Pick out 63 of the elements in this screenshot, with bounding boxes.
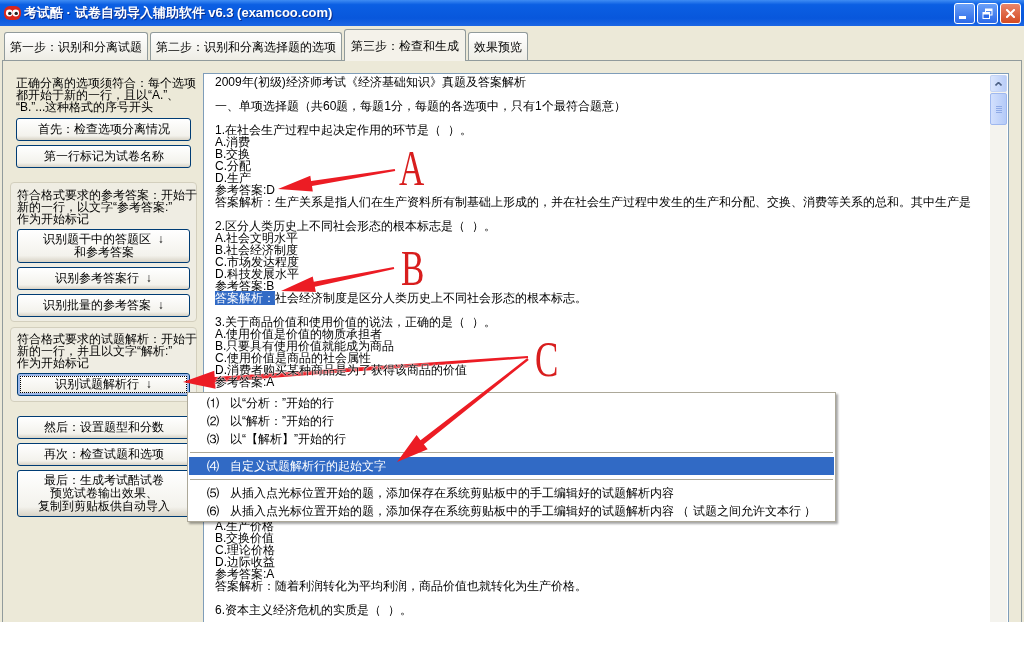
command-button[interactable]: 首先：检查选项分离情况 xyxy=(16,118,191,141)
text-line: 1.在社会生产过程中起决定作用的环节是（ ）。 xyxy=(215,124,472,136)
text-line: 2009年(初级)经济师考试《经济基础知识》真题及答案解析 xyxy=(215,76,526,88)
window-title: 考试酷 · 试卷自动导入辅助软件 v6.3 (examcoo.com) xyxy=(24,4,333,23)
command-button[interactable]: 然后：设置题型和分数 xyxy=(17,416,190,439)
minimize-button[interactable] xyxy=(954,2,975,24)
text-line: B.只要具有使用价值就能成为商品 xyxy=(215,340,395,352)
text-line: A.消费 xyxy=(215,136,251,148)
text-line: B.社会经济制度 xyxy=(215,244,299,256)
text-line: 6.资本主义经济危机的实质是（ ）。 xyxy=(215,604,412,616)
restore-icon xyxy=(982,7,993,19)
command-button[interactable]: 最后：生成考试酷试卷 预览试卷输出效果、 复制到剪贴板供自动导入 xyxy=(17,470,190,517)
chevron-up-icon xyxy=(995,81,1002,86)
grip-icon xyxy=(995,105,1002,113)
text-line: 3.关于商品价值和使用价值的说法，正确的是（ ）。 xyxy=(215,316,496,328)
text-line: A.使用价值是价值的物质承担者 xyxy=(215,328,383,340)
tab[interactable]: 第三步：检查和生成 xyxy=(344,29,466,61)
instruction-text: 正确分离的选项须符合：每个选项 都开始于新的一行，且以“A.”、 “B.”...这种格式的序号开头 xyxy=(16,77,196,113)
close-button[interactable] xyxy=(1000,2,1021,24)
app-logo-icon xyxy=(4,6,21,20)
instruction-text: 符合格式要求的试题解析：开始于 新的一行，并且以文字“解析:” 作为开始标记 xyxy=(17,333,197,369)
tab[interactable]: 第二步：识别和分离选择题的选项 xyxy=(150,32,342,60)
text-line: 2.区分人类历史上不同社会形态的根本标志是（ ）。 xyxy=(215,220,496,232)
text-line: D.生产 xyxy=(215,172,251,184)
annotation-letter: B xyxy=(401,252,425,285)
scroll-thumb[interactable] xyxy=(990,93,1007,125)
text-line: C.使用价值是商品的社会属性 xyxy=(215,352,371,364)
text-line: 答案解析：社会经济制度是区分人类历史上不同社会形态的根本标志。 xyxy=(215,292,587,304)
command-button[interactable]: 再次：检查试题和选项 xyxy=(17,443,190,466)
menu-item[interactable]: ⑹ 从插入点光标位置开始的题，添加保存在系统剪贴板中的手工编辑好的试题解析内容 （ 试题之间允许文本行 ） xyxy=(189,502,834,520)
command-button[interactable]: 识别试题解析行 ↓ xyxy=(17,373,190,396)
text-line: 答案解析：随着利润转化为平均利润，商品价值也就转化为生产价格。 xyxy=(215,580,587,592)
text-line: C.市场发达程度 xyxy=(215,256,299,268)
text-line: A.社会文明水平 xyxy=(215,232,299,244)
text-line: 参考答案:D xyxy=(215,184,275,196)
text-line: 参考答案:A xyxy=(215,568,275,580)
menu-item[interactable]: ⑴ 以“分析：”开始的行 xyxy=(189,394,834,412)
command-button[interactable]: 识别题干中的答题区 ↓ 和参考答案 xyxy=(17,229,190,263)
command-button[interactable]: 识别参考答案行 ↓ xyxy=(17,267,190,290)
restore-button[interactable] xyxy=(977,2,998,24)
text-line: C.理论价格 xyxy=(215,544,275,556)
text-line: B.交换 xyxy=(215,148,251,160)
vertical-scrollbar[interactable] xyxy=(990,75,1007,622)
menu-item[interactable]: ⑶ 以“【解析】”开始的行 xyxy=(189,430,834,448)
minimize-icon xyxy=(959,15,966,19)
close-icon xyxy=(1006,8,1015,18)
text-line: D.科技发展水平 xyxy=(215,268,299,280)
annotation-letter: C xyxy=(535,343,559,376)
instruction-text: 符合格式要求的参考答案：开始于 新的一行，以文字“参考答案:” 作为开始标记 xyxy=(17,189,197,225)
text-line: 一、单项选择题（共60题，每题1分，每题的各选项中，只有1个最符合题意） xyxy=(215,100,626,112)
menu-item[interactable]: ⑵ 以“解析：”开始的行 xyxy=(189,412,834,430)
text-line: 答案解析：生产关系是指人们在生产资料所有制基础上形成的，并在社会生产过程中发生的生产和分配、交换、消费等关系的总和。其中生产是 xyxy=(215,196,971,208)
command-button[interactable]: 第一行标记为试卷名称 xyxy=(16,145,191,168)
command-button[interactable]: 识别批量的参考答案 ↓ xyxy=(17,294,190,317)
tab[interactable]: 效果预览 xyxy=(468,32,528,60)
annotation-letter: A xyxy=(399,152,425,185)
text-line: D.边际收益 xyxy=(215,556,275,568)
text-line: C.分配 xyxy=(215,160,251,172)
menu-item[interactable]: ⑷ 自定义试题解析行的起始文字 xyxy=(189,457,834,475)
tab[interactable]: 第一步：识别和分离试题 xyxy=(4,32,148,60)
menu-item[interactable]: ⑸ 从插入点光标位置开始的题，添加保存在系统剪贴板中的手工编辑好的试题解析内容 xyxy=(189,484,834,502)
scroll-up-button[interactable] xyxy=(990,75,1007,92)
text-line: B.交换价值 xyxy=(215,532,275,544)
